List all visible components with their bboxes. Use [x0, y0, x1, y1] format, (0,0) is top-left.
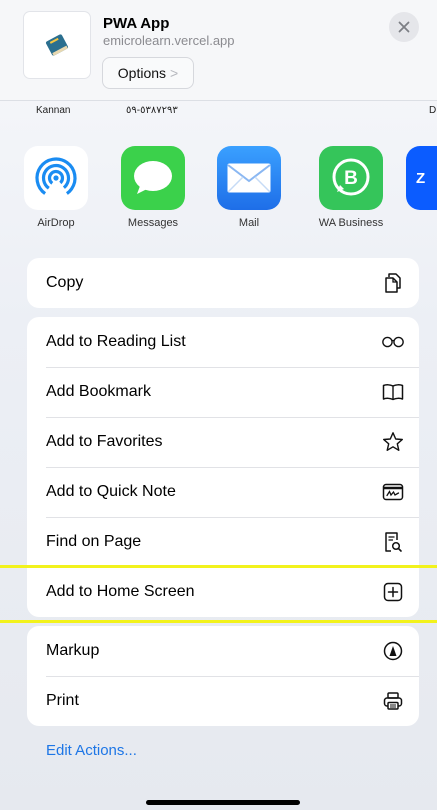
mail-icon: [217, 146, 281, 210]
zoom-icon: Z: [406, 146, 437, 210]
app-label: Mail: [238, 217, 260, 229]
pwa-app-icon: [24, 12, 90, 78]
messages-icon: [121, 146, 185, 210]
header-divider: [0, 100, 437, 101]
wa-business-icon: B: [319, 146, 383, 210]
favorites-label: Add to Favorites: [46, 433, 163, 450]
options-button[interactable]: Options >: [102, 57, 194, 89]
copy-group: Copy: [27, 258, 419, 308]
add-to-home-screen-action[interactable]: Add to Home Screen: [27, 567, 419, 617]
actions-group: Add to Reading List Add Bookmark Add to …: [27, 317, 419, 617]
app-label: Messages: [127, 217, 179, 229]
airdrop-icon: [24, 146, 88, 210]
find-document-icon: [381, 530, 405, 554]
app-label: AirDrop: [37, 217, 75, 229]
add-to-favorites-action[interactable]: Add to Favorites: [27, 417, 419, 467]
add-to-quick-note-action[interactable]: Add to Quick Note: [27, 467, 419, 517]
find-on-page-action[interactable]: Find on Page: [27, 517, 419, 567]
apps-row: AirDrop Messages Mail B WA Business Z: [0, 146, 437, 236]
share-app-mail[interactable]: Mail: [208, 146, 290, 229]
printer-icon: [381, 689, 405, 713]
share-sheet: PWA App emicrolearn.vercel.app Options >…: [0, 0, 437, 810]
copy-icon: [381, 271, 405, 295]
contact-name[interactable]: ٥٣٨٧٢٩٣-٥٩: [126, 105, 178, 116]
share-app-wa-business[interactable]: B WA Business: [310, 146, 392, 229]
reading-list-label: Add to Reading List: [46, 333, 186, 350]
glasses-icon: [381, 330, 405, 354]
add-to-reading-list-action[interactable]: Add to Reading List: [27, 317, 419, 367]
book-icon: [381, 380, 405, 404]
highlight-line-top: [0, 565, 437, 568]
share-app-zoom[interactable]: Z: [406, 146, 437, 210]
contact-name[interactable]: Kannan: [36, 105, 70, 116]
options-label: Options: [117, 65, 167, 81]
copy-action[interactable]: Copy: [27, 258, 419, 308]
find-on-page-label: Find on Page: [46, 533, 142, 550]
add-bookmark-action[interactable]: Add Bookmark: [27, 367, 419, 417]
chevron-right-icon: >: [170, 65, 179, 81]
copy-label: Copy: [46, 274, 84, 291]
share-app-airdrop[interactable]: AirDrop: [15, 146, 97, 229]
app-title: PWA App: [103, 15, 170, 32]
highlight-line-bottom: [0, 620, 437, 623]
share-header: PWA App emicrolearn.vercel.app Options >: [0, 0, 437, 100]
contact-name[interactable]: D: [429, 105, 436, 116]
markup-label: Markup: [46, 642, 100, 659]
markup-print-group: Markup Print: [27, 626, 419, 726]
markup-pen-icon: [381, 639, 405, 663]
contacts-row: Kannan ٥٣٨٧٢٩٣-٥٩ D: [0, 102, 437, 122]
star-icon: [381, 430, 405, 454]
app-letter: Z: [416, 169, 426, 187]
plus-square-icon: [381, 580, 405, 604]
edit-actions-link[interactable]: Edit Actions...: [46, 742, 137, 759]
share-app-messages[interactable]: Messages: [112, 146, 194, 229]
quick-note-icon: [381, 480, 405, 504]
svg-text:B: B: [344, 168, 358, 189]
app-label: WA Business: [318, 217, 384, 229]
print-action[interactable]: Print: [27, 676, 419, 726]
close-button[interactable]: [389, 12, 419, 42]
home-indicator: [146, 800, 300, 805]
close-icon: [398, 21, 410, 33]
print-label: Print: [46, 692, 79, 709]
app-url: emicrolearn.vercel.app: [103, 33, 235, 48]
markup-action[interactable]: Markup: [27, 626, 419, 676]
quick-note-label: Add to Quick Note: [46, 483, 176, 500]
bookmark-label: Add Bookmark: [46, 383, 151, 400]
home-screen-label: Add to Home Screen: [46, 583, 195, 600]
